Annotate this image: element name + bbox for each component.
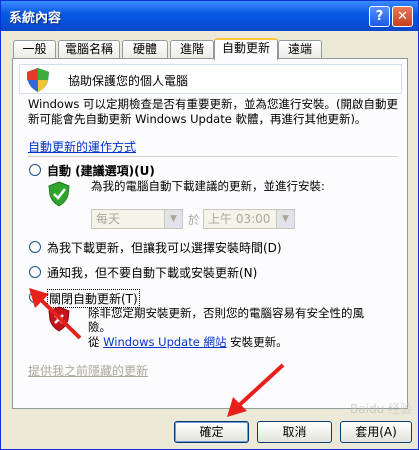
radio-download[interactable] bbox=[29, 241, 41, 253]
chevron-down-icon: ▼ bbox=[276, 210, 294, 228]
watermark: Baidu 经验 bbox=[350, 402, 412, 416]
time-select[interactable]: 上午 03:00 ▼ bbox=[203, 209, 295, 229]
time-select-value: 上午 03:00 bbox=[208, 212, 271, 226]
separator bbox=[28, 156, 398, 157]
radio-notify[interactable] bbox=[29, 266, 41, 278]
radio-automatic[interactable] bbox=[29, 164, 41, 176]
option-download-label[interactable]: 為我下載更新，但讓我可以選擇安裝時間(D) bbox=[47, 239, 282, 256]
option-notify-label[interactable]: 通知我，但不要自動下載或安裝更新(N) bbox=[47, 264, 257, 281]
at-label: 於 bbox=[188, 213, 201, 227]
day-select[interactable]: 每天 ▼ bbox=[91, 209, 183, 229]
hidden-updates-link[interactable]: 提供我之前隱藏的更新 bbox=[28, 362, 148, 379]
tab-hardware[interactable]: 硬體 bbox=[122, 40, 168, 58]
cancel-button[interactable]: 取消 bbox=[257, 421, 332, 443]
how-it-works-link[interactable]: 自動更新的運作方式 bbox=[28, 138, 136, 155]
tab-computer-name[interactable]: 電腦名稱 bbox=[58, 40, 120, 58]
tab-general[interactable]: 一般 bbox=[13, 40, 56, 58]
option-off-desc2: 從 Windows Update 網站 安裝更新。 bbox=[88, 334, 288, 350]
option-automatic-label[interactable]: 自動 (建議選項)(U) bbox=[47, 162, 155, 179]
title-bar[interactable]: 系統內容 ? ✕ bbox=[1, 1, 418, 31]
window-title: 系統內容 bbox=[9, 11, 62, 26]
close-button[interactable]: ✕ bbox=[392, 6, 413, 27]
security-shield-icon bbox=[27, 68, 49, 92]
automatic-updates-panel: 協助保護您的個人電腦 Windows 可以定期檢查是否有重要更新，並為您進行安裝… bbox=[12, 58, 408, 409]
help-button[interactable]: ? bbox=[369, 6, 390, 27]
header-band: 協助保護您的個人電腦 bbox=[19, 64, 402, 94]
tab-automatic-updates[interactable]: 自動更新 bbox=[214, 38, 278, 60]
windows-update-link[interactable]: Windows Update 網站 bbox=[103, 335, 226, 349]
tab-remote[interactable]: 遠端 bbox=[278, 40, 322, 58]
header-text: 協助保護您的個人電腦 bbox=[68, 74, 189, 88]
description-text: Windows 可以定期檢查是否有重要更新，並為您進行安裝。(開啟自動更新可能會… bbox=[28, 97, 398, 126]
red-arrow-icon bbox=[29, 288, 82, 340]
system-properties-window: 系統內容 ? ✕ 一般 電腦名稱 硬體 進階 自動更新 遠端 協助保護您的個人電… bbox=[0, 0, 419, 450]
tab-advanced[interactable]: 進階 bbox=[170, 40, 214, 58]
desc2-suffix: 安裝更新。 bbox=[230, 335, 288, 349]
option-automatic-desc: 為我的電腦自動下載建議的更新，並進行安裝: bbox=[91, 179, 325, 193]
chevron-down-icon: ▼ bbox=[164, 210, 182, 228]
apply-button[interactable]: 套用(A) bbox=[340, 421, 412, 443]
desc2-prefix: 從 bbox=[88, 335, 100, 349]
option-off-desc: 除非您定期安裝更新，否則您的電腦容易有安全性的風險。 bbox=[88, 306, 364, 334]
ok-button[interactable]: 確定 bbox=[174, 421, 249, 443]
red-arrow-icon bbox=[227, 363, 285, 417]
day-select-value: 每天 bbox=[96, 212, 121, 226]
shield-check-icon bbox=[48, 181, 70, 207]
